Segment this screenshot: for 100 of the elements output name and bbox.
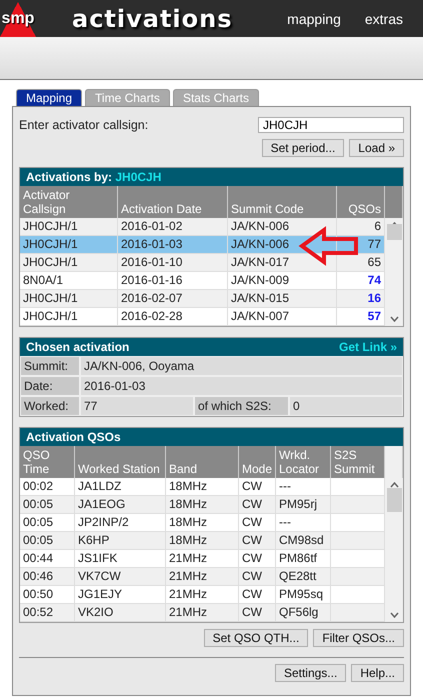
section-title: Activations by: JH0CJH: [26, 170, 162, 184]
table-cell[interactable]: 6: [337, 218, 385, 236]
section-title: Activation QSOs: [26, 430, 121, 444]
table-cell: [331, 586, 385, 604]
table-cell: 21MHz: [166, 568, 239, 586]
table-cell[interactable]: JH0CJH/1: [20, 218, 118, 236]
table-cell: JS1IFK: [75, 550, 166, 568]
action-button[interactable]: Set period...: [262, 139, 344, 157]
table-cell[interactable]: 74: [337, 272, 385, 290]
table-cell[interactable]: 16: [337, 290, 385, 308]
table-cell[interactable]: 2016-02-28: [118, 308, 228, 326]
nav-link[interactable]: extras: [364, 10, 403, 26]
table-cell: JG1EJY: [75, 586, 166, 604]
table-cell: 00:02: [20, 478, 75, 496]
column-header[interactable]: Summit Code: [228, 186, 337, 218]
table-cell: [331, 550, 385, 568]
table-cell[interactable]: JA/KN-007: [228, 308, 337, 326]
table-cell[interactable]: JA/KN-006: [228, 218, 337, 236]
get-link[interactable]: Get Link »: [338, 340, 397, 354]
table-cell[interactable]: JH0CJH/1: [20, 236, 118, 254]
table-cell: 00:50: [20, 586, 75, 604]
table-cell: CW: [239, 532, 276, 550]
callsign-label: Enter activator callsign:: [19, 118, 148, 132]
table-cell: CW: [239, 550, 276, 568]
table-cell: QE28tt: [276, 568, 331, 586]
table-cell: CM98sd: [276, 532, 331, 550]
table-cell: [331, 478, 385, 496]
table-cell[interactable]: JA/KN-009: [228, 272, 337, 290]
column-header[interactable]: Wrkd. Locator: [276, 446, 331, 478]
table-cell: CW: [239, 604, 276, 622]
table-cell: VK2IO: [75, 604, 166, 622]
table-cell[interactable]: 2016-01-10: [118, 254, 228, 272]
scroll-thumb[interactable]: [386, 488, 402, 512]
scrollbar[interactable]: [385, 478, 403, 622]
column-header[interactable]: S2S Summit: [331, 446, 385, 478]
tab[interactable]: Mapping: [16, 89, 82, 106]
table-cell[interactable]: 2016-02-07: [118, 290, 228, 308]
table-cell: 00:05: [20, 532, 75, 550]
action-button[interactable]: Filter QSOs...: [313, 629, 404, 647]
table-cell: [331, 604, 385, 622]
table-cell: PM95rj: [276, 496, 331, 514]
table-cell[interactable]: 65: [337, 254, 385, 272]
table-cell[interactable]: JA/KN-015: [228, 290, 337, 308]
table-cell: 21MHz: [166, 550, 239, 568]
scroll-down-icon[interactable]: [390, 316, 398, 322]
scroll-down-icon[interactable]: [390, 612, 398, 618]
table-cell[interactable]: 2016-01-03: [118, 236, 228, 254]
column-header[interactable]: Mode: [239, 446, 276, 478]
column-header[interactable]: Band: [166, 446, 239, 478]
table-cell: [331, 532, 385, 550]
table-cell: [331, 568, 385, 586]
action-button[interactable]: Load »: [349, 139, 404, 157]
arrow-annotation: [298, 226, 358, 266]
action-button[interactable]: Help...: [351, 664, 404, 682]
table-cell: JA1LDZ: [75, 478, 166, 496]
table-cell: 21MHz: [166, 586, 239, 604]
table-cell[interactable]: JH0CJH/1: [20, 254, 118, 272]
table-cell: CW: [239, 586, 276, 604]
field-label: of which S2S:: [194, 396, 289, 416]
table-cell: ---: [276, 478, 331, 496]
table-cell: K6HP: [75, 532, 166, 550]
field-label: Worked:: [20, 396, 80, 416]
column-header-filler: [385, 446, 403, 478]
section-title: Chosen activation: [26, 340, 130, 354]
column-header[interactable]: Activation Date: [118, 186, 228, 218]
callsign-field[interactable]: JH0CJH: [258, 117, 404, 133]
table-cell: 18MHz: [166, 532, 239, 550]
field-value: JA/KN-006, Ooyama: [80, 356, 403, 376]
table-cell[interactable]: 57: [337, 308, 385, 326]
column-header[interactable]: QSO Time: [20, 446, 75, 478]
table-cell: JP2INP/2: [75, 514, 166, 532]
action-button[interactable]: Settings...: [274, 664, 346, 682]
table-cell[interactable]: 2016-01-02: [118, 218, 228, 236]
scrollbar[interactable]: [385, 218, 403, 326]
table-cell: CW: [239, 514, 276, 532]
page-title: activations: [72, 4, 233, 32]
field-value: 2016-01-03: [80, 376, 403, 396]
table-cell[interactable]: 8N0A/1: [20, 272, 118, 290]
table-cell: CW: [239, 568, 276, 586]
table-cell: ---: [276, 514, 331, 532]
table-cell: 00:46: [20, 568, 75, 586]
column-header[interactable]: Worked Station: [75, 446, 166, 478]
table-cell[interactable]: 2016-01-16: [118, 272, 228, 290]
table-cell: JA1EOG: [75, 496, 166, 514]
field-value: 0: [289, 396, 403, 416]
table-cell: 00:52: [20, 604, 75, 622]
nav-link[interactable]: mapping: [287, 10, 341, 26]
table-cell: [331, 514, 385, 532]
field-value: 77: [80, 396, 194, 416]
column-header[interactable]: Activator Callsign: [20, 186, 118, 218]
scroll-up-icon[interactable]: [390, 482, 398, 488]
column-header[interactable]: QSOs: [337, 186, 385, 218]
table-cell: CW: [239, 478, 276, 496]
table-cell[interactable]: JH0CJH/1: [20, 290, 118, 308]
table-cell[interactable]: JH0CJH/1: [20, 308, 118, 326]
action-button[interactable]: Set QSO QTH...: [204, 629, 308, 647]
table-cell[interactable]: JA/KN-017: [228, 254, 337, 272]
field-label: Date:: [20, 376, 80, 396]
table-cell: 18MHz: [166, 478, 239, 496]
scroll-thumb[interactable]: [386, 224, 402, 240]
